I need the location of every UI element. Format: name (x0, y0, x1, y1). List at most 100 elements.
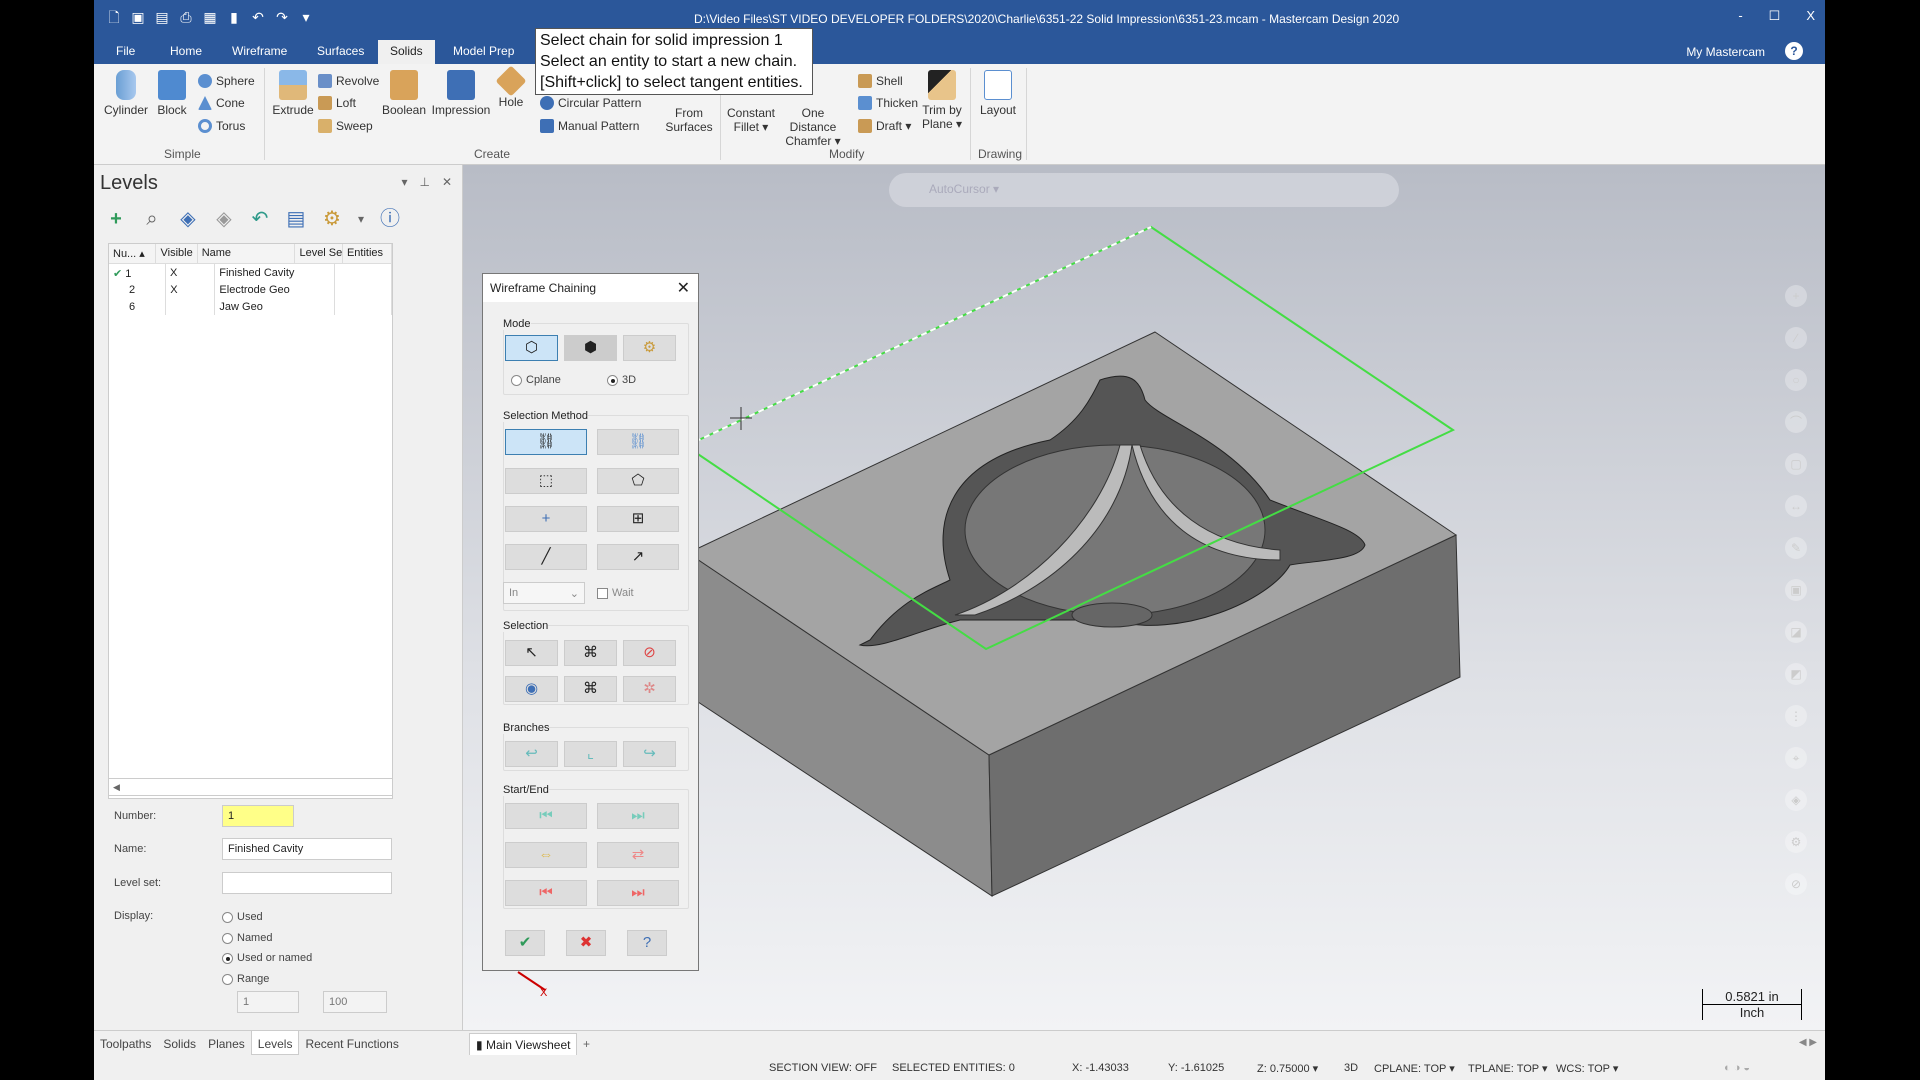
3d-radio[interactable]: 3D (607, 374, 636, 386)
minimize-button[interactable]: - (1738, 8, 1742, 24)
dynamic-icon[interactable]: ⇔ (505, 842, 587, 868)
layers-hidden-icon[interactable]: ◈ (212, 207, 236, 231)
table-row[interactable]: ✔ 1 X Finished Cavity (109, 264, 393, 281)
customize-icon[interactable]: ▾ (298, 9, 314, 25)
circular-pattern-button[interactable]: Circular Pattern (540, 96, 641, 110)
redo-icon[interactable]: ↷ (274, 9, 290, 25)
tab-surfaces[interactable]: Surfaces (317, 44, 364, 58)
cylinder-button[interactable]: Cylinder (102, 64, 150, 117)
end-forward-icon[interactable]: ⏭ (597, 880, 679, 906)
sphere-button[interactable]: Sphere (198, 74, 255, 88)
column-number[interactable]: Nu... ▴ (109, 244, 157, 263)
tab-planes[interactable]: Planes (202, 1031, 251, 1055)
view-tool-icon[interactable]: ▣ (1785, 579, 1807, 601)
ok-button[interactable]: ✔ (505, 930, 545, 956)
area-select-icon[interactable]: ⊞ (597, 506, 679, 532)
display-used-radio[interactable]: Used (222, 911, 263, 923)
3d-toggle[interactable]: 3D (1344, 1062, 1358, 1074)
polygon-select-icon[interactable]: ⬠ (597, 468, 679, 494)
wcs-dropdown[interactable]: WCS: TOP ▾ (1556, 1062, 1618, 1075)
add-viewsheet-button[interactable]: + (583, 1037, 590, 1051)
view-tool-icon[interactable]: ◩ (1785, 663, 1807, 685)
select-last-icon[interactable]: ↖ (505, 640, 558, 666)
view-tool-circle-icon[interactable]: ○ (1785, 369, 1807, 391)
close-panel-icon[interactable]: ✕ (442, 175, 452, 189)
select-group-icon[interactable]: ⌘ (564, 676, 617, 702)
column-name[interactable]: Name (198, 244, 296, 263)
level-set-input[interactable] (222, 872, 392, 894)
view-tool-icon[interactable]: ⋮ (1785, 705, 1807, 727)
branch-icon[interactable]: ⌞ (564, 741, 617, 767)
mode-wireframe-button[interactable]: ⬡ (505, 335, 558, 361)
block-button[interactable]: Block (152, 64, 192, 117)
tab-home[interactable]: Home (170, 44, 202, 58)
cplane-radio[interactable]: Cplane (511, 374, 561, 386)
wait-checkbox[interactable]: Wait (597, 587, 634, 599)
column-level-set[interactable]: Level Set (295, 244, 343, 263)
horizontal-scrollbar[interactable]: ◀ (108, 778, 393, 796)
help-button[interactable]: ? (627, 930, 667, 956)
cone-button[interactable]: Cone (198, 96, 245, 110)
chamfer-button[interactable]: One Distance Chamfer ▾ (778, 106, 848, 148)
tab-recent-functions[interactable]: Recent Functions (299, 1031, 404, 1055)
unselect-icon[interactable]: ⊘ (623, 640, 676, 666)
vector-arrow-icon[interactable]: ↗ (597, 544, 679, 570)
undo-level-icon[interactable]: ↶ (248, 207, 272, 231)
hole-button[interactable]: Hole (494, 64, 528, 109)
display-range-radio[interactable]: Range (222, 973, 269, 985)
column-visible[interactable]: Visible (156, 244, 198, 263)
view-tool-gear-icon[interactable]: ⚙ (1785, 831, 1807, 853)
view-tool-icon[interactable]: ▢ (1785, 453, 1807, 475)
section-view-status[interactable]: SECTION VIEW: OFF (769, 1062, 877, 1074)
table-row[interactable]: 2 X Electrode Geo (109, 281, 392, 298)
panel-menu-icon[interactable]: ▾ (401, 175, 407, 189)
range-from-input[interactable]: 1 (237, 991, 299, 1013)
branch-forward-icon[interactable]: ↪ (623, 741, 676, 767)
manual-pattern-button[interactable]: Manual Pattern (540, 119, 639, 133)
view-tool-layers-icon[interactable]: ◈ (1785, 789, 1807, 811)
table-row[interactable]: 6 Jaw Geo (109, 298, 392, 315)
view-tool-icon[interactable]: ∕ (1785, 327, 1807, 349)
search-icon[interactable]: ⌕ (140, 207, 164, 231)
tab-wireframe[interactable]: Wireframe (232, 44, 287, 58)
display-used-or-named-radio[interactable]: Used or named (222, 952, 312, 964)
tab-main-viewsheet[interactable]: ▮ Main Viewsheet (469, 1033, 578, 1057)
partial-chain-icon[interactable]: ⛓ (597, 429, 679, 455)
cplane-dropdown[interactable]: CPLANE: TOP ▾ (1374, 1062, 1455, 1075)
torus-button[interactable]: Torus (198, 119, 245, 133)
boolean-button[interactable]: Boolean (380, 64, 428, 117)
mode-solid-button[interactable]: ⬢ (564, 335, 617, 361)
vector-select-icon[interactable]: ╱ (505, 544, 587, 570)
view-tool-icon[interactable]: ⌖ (1785, 747, 1807, 769)
constant-fillet-button[interactable]: Constant Fillet ▾ (726, 106, 776, 134)
my-mastercam-link[interactable]: My Mastercam (1686, 45, 1765, 59)
print-icon[interactable]: ⎙ (178, 9, 194, 25)
from-surfaces-button[interactable]: From Surfaces (664, 106, 714, 134)
add-level-icon[interactable]: + (104, 207, 128, 231)
layers-icon[interactable]: ◈ (176, 207, 200, 231)
view-tool-measure-icon[interactable]: ↔ (1785, 495, 1807, 517)
viewsheet-scroll-arrows[interactable]: ◀ ▶ (1799, 1037, 1817, 1048)
dropdown-icon[interactable]: ▾ (356, 207, 366, 231)
tab-solids-manager[interactable]: Solids (157, 1031, 202, 1055)
column-entities[interactable]: Entities (343, 244, 392, 263)
dialog-close-button[interactable]: ✕ (677, 278, 690, 298)
save-as-icon[interactable]: ▦ (202, 9, 218, 25)
impression-button[interactable]: Impression (430, 64, 492, 117)
tab-toolpaths[interactable]: Toolpaths (94, 1031, 157, 1055)
number-input[interactable]: 1 (222, 805, 294, 827)
view-tool-icon[interactable]: ✎ (1785, 537, 1807, 559)
view-tool-zoom-icon[interactable]: + (1785, 285, 1807, 307)
tplane-dropdown[interactable]: TPLANE: TOP ▾ (1468, 1062, 1548, 1075)
revolve-button[interactable]: Revolve (318, 74, 379, 88)
mode-settings-button[interactable]: ⚙ (623, 335, 676, 361)
single-select-icon[interactable]: + (505, 506, 587, 532)
view-tool-cancel-icon[interactable]: ⊘ (1785, 873, 1807, 895)
display-named-radio[interactable]: Named (222, 932, 272, 944)
select-all-icon[interactable]: ⌘ (564, 640, 617, 666)
range-to-input[interactable]: 100 (323, 991, 387, 1013)
new-file-icon[interactable]: 🗋 (106, 9, 122, 25)
end-back-icon[interactable]: ⏮ (505, 880, 587, 906)
shading-mode-icons[interactable]: ◐ ◑ ◒ (1724, 1062, 1750, 1074)
unselect-all-icon[interactable]: ✲ (623, 676, 676, 702)
